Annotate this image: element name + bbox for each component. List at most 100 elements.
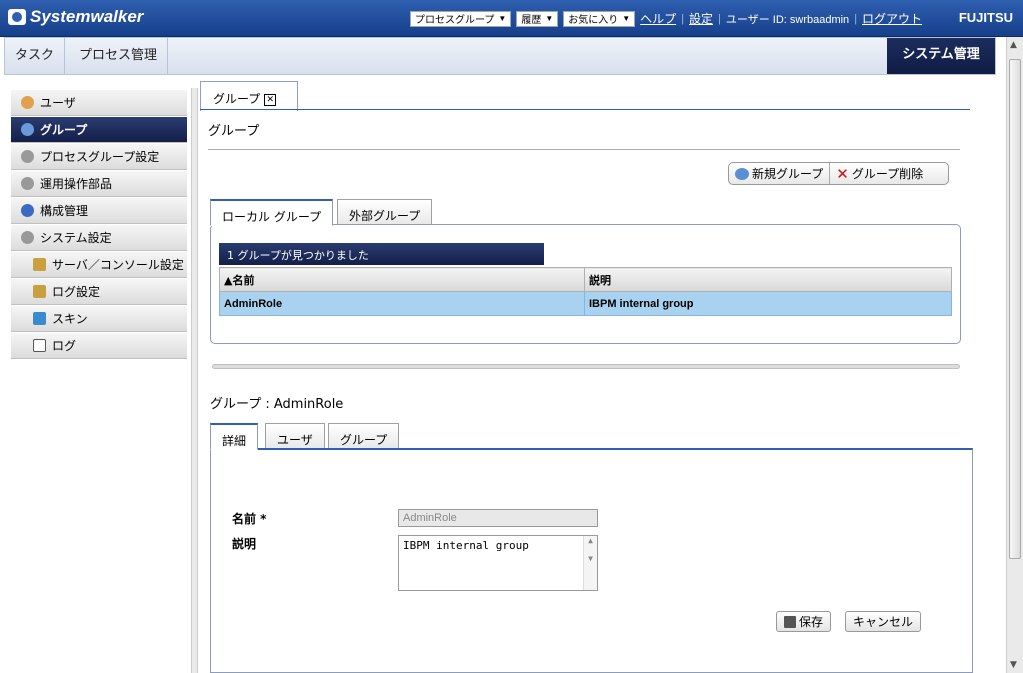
favorites-label: お気に入り: [568, 15, 619, 26]
divider: |: [854, 12, 858, 25]
scroll-down-icon[interactable]: ▼: [1010, 660, 1017, 670]
tab-external-group[interactable]: 外部グループ: [337, 199, 433, 226]
description-textarea[interactable]: IBPM internal group ▲ ▼: [398, 535, 598, 591]
result-count: 1 グループが見つかりました: [219, 243, 544, 265]
chevron-down-icon: ▼: [545, 14, 554, 23]
sidebar-item-process-group-settings[interactable]: プロセスグループ設定: [11, 144, 187, 170]
delete-group-label: グループ削除: [851, 167, 924, 181]
sidebar-item-system-settings[interactable]: システム設定: [11, 225, 187, 251]
group-table: ▲名前 説明 AdminRole IBPM internal group: [219, 267, 952, 316]
tab-group-label: グループ: [213, 92, 261, 106]
favorites-dropdown[interactable]: お気に入り ▼: [563, 10, 636, 27]
top-nav: プロセスグループ ▼ 履歴 ▼ お気に入り ▼ ヘルプ | 設定 | ユーザー ID:…: [410, 10, 922, 27]
description-label: 説明: [232, 537, 257, 551]
sidebar-item-server-console[interactable]: サーバ／コンソール設定: [11, 252, 187, 278]
gear-icon: [21, 177, 34, 190]
sidebar-item-skin[interactable]: スキン: [11, 306, 187, 332]
sidebar-item-label: グループ: [40, 123, 88, 137]
name-label: 名前 *: [232, 512, 267, 526]
user-id-label: ユーザー ID: swrbaadmin: [725, 13, 850, 26]
tab-task[interactable]: タスク: [5, 38, 66, 74]
tab-system-management[interactable]: システム管理: [887, 38, 995, 74]
divider: |: [718, 12, 721, 25]
divider: |: [681, 12, 685, 25]
add-group-icon: [735, 167, 749, 180]
chevron-down-icon: ▼: [498, 14, 507, 23]
sidebar-item-log[interactable]: ログ: [11, 333, 187, 359]
table-cell-name: AdminRole: [219, 291, 585, 316]
divider: [208, 149, 960, 150]
logo-icon: [8, 9, 26, 25]
group-actions: 新規グループ ✕ グループ削除: [728, 162, 949, 185]
textarea-scrollbar[interactable]: ▲ ▼: [583, 536, 597, 590]
save-button[interactable]: 保存: [776, 611, 832, 632]
ci-icon: [21, 204, 34, 217]
sidebar-item-label: サーバ／コンソール設定: [52, 258, 184, 272]
gear-icon: [21, 150, 34, 163]
tab-groups[interactable]: グループ: [328, 423, 400, 450]
close-icon[interactable]: ✕: [264, 93, 277, 106]
sidebar-item-label: プロセスグループ設定: [40, 150, 160, 164]
tab-users[interactable]: ユーザ: [265, 423, 325, 450]
column-header-name[interactable]: ▲名前: [219, 267, 585, 292]
history-dropdown[interactable]: 履歴 ▼: [516, 10, 559, 27]
sidebar-item-label: システム設定: [40, 231, 112, 245]
column-header-label: 名前: [232, 273, 255, 287]
process-group-label: プロセスグループ: [415, 15, 495, 26]
systemwalker-logo: Systemwalker: [8, 7, 143, 27]
history-label: 履歴: [521, 15, 542, 26]
tab-group[interactable]: グループ ✕: [200, 81, 298, 111]
logout-link[interactable]: ログアウト: [862, 10, 922, 27]
sidebar: ユーザ グループ プロセスグループ設定 運用操作部品 構成管理 システム設定 サ…: [11, 90, 187, 360]
server-settings-icon: [33, 258, 46, 271]
sidebar-item-label: ログ: [52, 339, 77, 353]
sidebar-item-user[interactable]: ユーザ: [11, 90, 187, 116]
description-value: IBPM internal group: [403, 539, 529, 552]
logo-text: Systemwalker: [30, 7, 144, 26]
delete-group-button[interactable]: ✕ グループ削除: [829, 163, 929, 184]
save-label: 保存: [799, 615, 824, 629]
sidebar-item-group[interactable]: グループ: [11, 117, 187, 143]
top-header: Systemwalker プロセスグループ ▼ 履歴 ▼ お気に入り ▼ ヘルプ | …: [0, 0, 1023, 37]
sidebar-item-label: 運用操作部品: [40, 177, 113, 191]
group-icon: [21, 123, 34, 136]
scrollbar-thumb[interactable]: [1009, 59, 1021, 559]
help-link[interactable]: ヘルプ: [640, 10, 676, 27]
save-icon: [784, 615, 796, 628]
sidebar-item-label: ログ設定: [52, 285, 101, 299]
sidebar-item-configuration[interactable]: 構成管理: [11, 198, 187, 224]
tab-process-management[interactable]: プロセス管理: [69, 38, 169, 74]
panel-splitter[interactable]: [212, 364, 960, 369]
tab-details[interactable]: 詳細: [210, 423, 259, 450]
sidebar-item-label: 構成管理: [40, 204, 89, 218]
sidebar-item-log-settings[interactable]: ログ設定: [11, 279, 187, 305]
main-content: グループ ✕ グループ 新規グループ ✕ グループ削除 ローカル グループ 外部グル…: [200, 78, 1005, 673]
scroll-up-icon[interactable]: ▲: [1010, 40, 1017, 50]
settings-link[interactable]: 設定: [689, 10, 713, 27]
skin-icon: [33, 312, 46, 325]
sidebar-splitter[interactable]: [191, 88, 198, 673]
main-nav-bar: タスク プロセス管理 システム管理: [4, 37, 996, 75]
sidebar-item-label: スキン: [52, 312, 88, 326]
name-field[interactable]: AdminRole: [398, 509, 598, 527]
cancel-button[interactable]: キャンセル: [845, 611, 922, 632]
book-icon: [33, 339, 46, 352]
detail-panel: 名前 * AdminRole 説明 IBPM internal group ▲ ▼…: [210, 448, 973, 673]
tab-local-group[interactable]: ローカル グループ: [210, 199, 334, 226]
group-list-panel: 1 グループが見つかりました ▲名前 説明 AdminRole IBPM int…: [210, 224, 961, 344]
sidebar-item-operation-parts[interactable]: 運用操作部品: [11, 171, 187, 197]
process-group-dropdown[interactable]: プロセスグループ ▼: [410, 10, 512, 27]
table-row[interactable]: AdminRole IBPM internal group: [219, 291, 952, 316]
page-title: グループ: [208, 124, 260, 139]
delete-icon: ✕: [836, 164, 849, 183]
fujitsu-logo: FUJITSU: [958, 10, 1013, 25]
new-group-button[interactable]: 新規グループ: [729, 163, 829, 184]
column-header-description[interactable]: 説明: [584, 267, 952, 292]
sidebar-item-label: ユーザ: [40, 96, 76, 110]
tab-divider: [200, 109, 970, 110]
table-cell-description: IBPM internal group: [584, 291, 952, 316]
table-header-row: ▲名前 説明: [219, 267, 952, 292]
page-scrollbar[interactable]: ▲ ▼: [1006, 37, 1023, 673]
gears-icon: [21, 231, 34, 244]
detail-heading: グループ : AdminRole: [210, 397, 344, 412]
